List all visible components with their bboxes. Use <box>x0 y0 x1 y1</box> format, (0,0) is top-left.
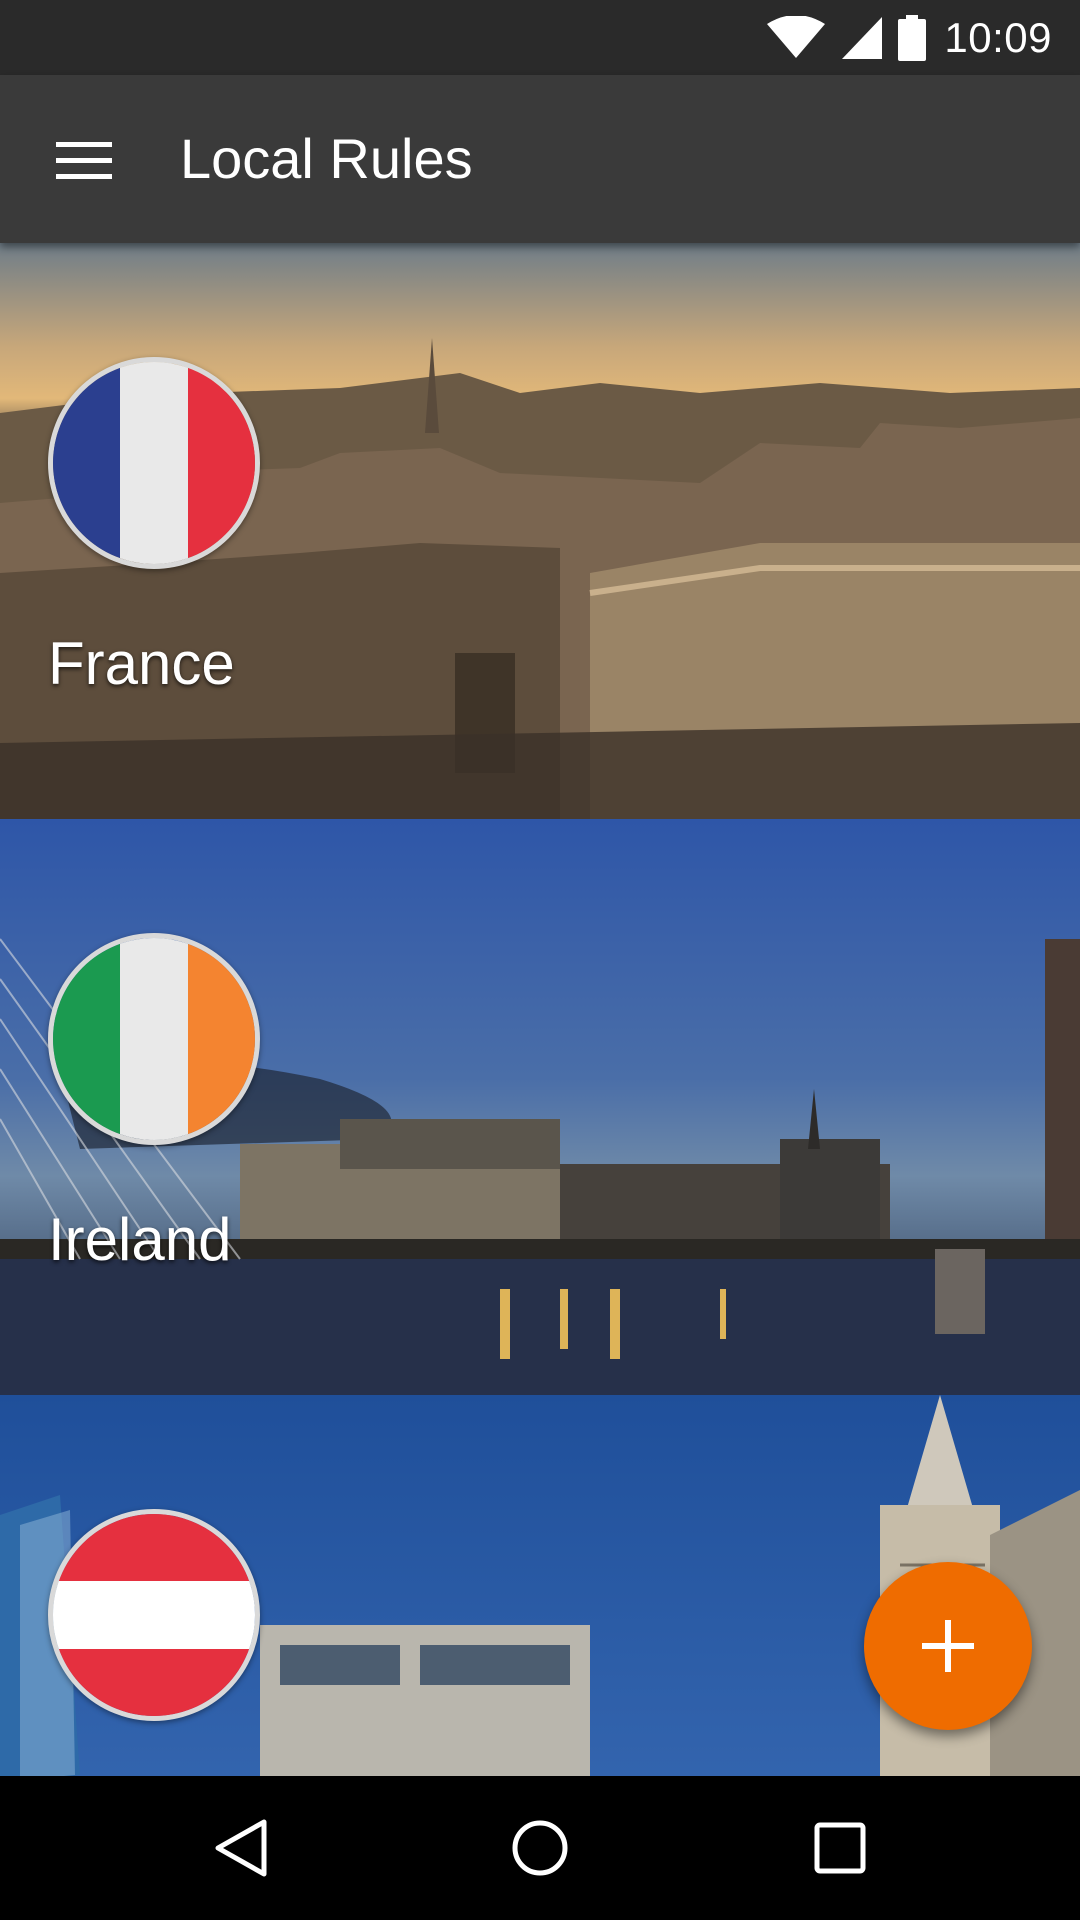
wifi-icon <box>767 15 826 58</box>
navigation-bar <box>0 1776 1080 1920</box>
menu-button[interactable] <box>44 125 124 195</box>
country-name: Ireland <box>48 1206 232 1273</box>
country-list: France Ireland <box>0 243 1080 1776</box>
ireland-flag-icon <box>48 933 260 1145</box>
austria-flag-icon <box>48 1509 260 1721</box>
page-title: Local Rules <box>180 127 473 190</box>
country-card-ireland[interactable]: Ireland <box>0 819 1080 1395</box>
battery-icon <box>898 14 927 61</box>
plus-icon <box>922 1620 974 1672</box>
status-bar: 10:09 <box>0 0 1080 75</box>
back-icon <box>215 1819 267 1877</box>
country-name: France <box>48 630 235 697</box>
hamburger-menu-icon <box>56 142 112 179</box>
app-bar: Local Rules <box>0 75 1080 243</box>
home-icon <box>512 1820 568 1876</box>
recents-button[interactable] <box>770 1776 910 1920</box>
add-button[interactable] <box>864 1562 1032 1730</box>
back-button[interactable] <box>170 1776 310 1920</box>
home-button[interactable] <box>470 1776 610 1920</box>
country-card-france[interactable]: France <box>0 243 1080 819</box>
signal-icon <box>842 16 883 59</box>
france-flag-icon <box>48 357 260 569</box>
recents-icon <box>814 1822 866 1874</box>
status-time: 10:09 <box>944 13 1052 61</box>
